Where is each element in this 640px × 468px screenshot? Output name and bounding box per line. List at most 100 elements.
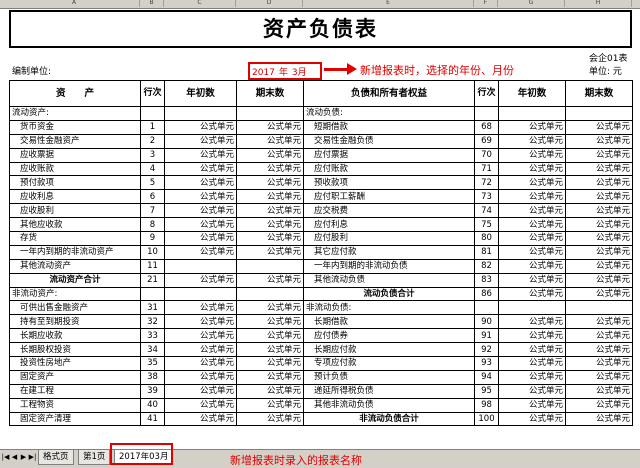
cell-h[interactable]: 公式单元 (565, 203, 633, 219)
cell-e[interactable]: 预计负债 (303, 369, 475, 385)
cell-f[interactable]: 83 (474, 272, 499, 288)
cell-f[interactable]: 75 (474, 217, 499, 233)
cell-e[interactable]: 应付利息 (303, 217, 475, 233)
cell-c[interactable]: 公式单元 (164, 383, 237, 399)
cell-b[interactable]: 41 (140, 411, 165, 427)
cell-a[interactable]: 固定资产 (9, 369, 141, 385)
cell-g[interactable]: 公式单元 (498, 161, 566, 177)
cell-c[interactable]: 公式单元 (164, 231, 237, 246)
cell-a[interactable]: 持有至到期投资 (9, 314, 141, 330)
prev-sheet-icon[interactable]: ◀ (10, 452, 19, 463)
cell-e[interactable]: 非流动负债: (303, 300, 475, 316)
cell-c[interactable]: 公式单元 (164, 369, 237, 385)
cell-b[interactable]: 32 (140, 314, 165, 330)
cell-b[interactable]: 33 (140, 328, 165, 344)
column-letter[interactable]: F (474, 0, 498, 7)
cell-c[interactable]: 公式单元 (164, 397, 237, 413)
cell-h[interactable]: 公式单元 (565, 328, 633, 344)
cell-a[interactable]: 其他流动资产 (9, 258, 141, 274)
cell-c[interactable]: 公式单元 (164, 356, 237, 371)
cell-f[interactable] (474, 106, 499, 121)
cell-h[interactable]: 公式单元 (565, 383, 633, 399)
cell-e[interactable]: 一年内到期的非流动负债 (303, 258, 475, 274)
cell-d[interactable]: 公式单元 (236, 328, 304, 344)
cell-f[interactable]: 70 (474, 147, 499, 163)
cell-f[interactable]: 71 (474, 161, 499, 177)
cell-b[interactable]: 40 (140, 397, 165, 413)
cell-e[interactable]: 应付票据 (303, 147, 475, 163)
cell-c[interactable]: 公式单元 (164, 119, 237, 135)
cell-b[interactable]: 39 (140, 383, 165, 399)
cell-a[interactable]: 应收账款 (9, 161, 141, 177)
cell-d[interactable]: 公式单元 (236, 383, 304, 399)
cell-b[interactable]: 2 (140, 133, 165, 149)
cell-f[interactable]: 91 (474, 328, 499, 344)
cell-f[interactable]: 69 (474, 133, 499, 149)
cell-e[interactable]: 非流动负债合计 (303, 411, 475, 427)
cell-a[interactable]: 工程物资 (9, 397, 141, 413)
cell-b[interactable]: 6 (140, 189, 165, 205)
cell-a[interactable]: 应收票据 (9, 147, 141, 163)
cell-e[interactable]: 应付债券 (303, 328, 475, 344)
cell-d[interactable]: 公式单元 (236, 133, 304, 149)
cell-a[interactable]: 一年内到期的非流动资产 (9, 244, 141, 260)
cell-h[interactable]: 公式单元 (565, 189, 633, 205)
cell-h[interactable]: 公式单元 (565, 231, 633, 246)
cell-g[interactable]: 公式单元 (498, 314, 566, 330)
cell-c[interactable] (164, 286, 237, 302)
cell-h[interactable]: 公式单元 (565, 161, 633, 177)
cell-d[interactable]: 公式单元 (236, 161, 304, 177)
column-letter[interactable]: B (140, 0, 164, 7)
cell-h[interactable]: 公式单元 (565, 175, 633, 191)
cell-d[interactable]: 公式单元 (236, 244, 304, 260)
column-letter[interactable]: E (303, 0, 474, 7)
cell-d[interactable] (236, 106, 304, 121)
cell-g[interactable] (498, 106, 566, 121)
cell-c[interactable]: 公式单元 (164, 217, 237, 233)
cell-a[interactable]: 在建工程 (9, 383, 141, 399)
cell-f[interactable]: 98 (474, 397, 499, 413)
cell-a[interactable]: 非流动资产: (9, 286, 141, 302)
cell-e[interactable]: 应付账款 (303, 161, 475, 177)
cell-f[interactable]: 95 (474, 383, 499, 399)
cell-c[interactable]: 公式单元 (164, 203, 237, 219)
column-letter[interactable]: H (565, 0, 632, 7)
cell-a[interactable]: 其他应收款 (9, 217, 141, 233)
cell-g[interactable]: 公式单元 (498, 356, 566, 371)
cell-e[interactable]: 短期借款 (303, 119, 475, 135)
cell-e[interactable]: 专项应付款 (303, 356, 475, 371)
cell-f[interactable]: 86 (474, 286, 499, 302)
cell-b[interactable]: 35 (140, 356, 165, 371)
cell-f[interactable]: 80 (474, 231, 499, 246)
cell-c[interactable] (164, 258, 237, 274)
cell-d[interactable]: 公式单元 (236, 217, 304, 233)
cell-c[interactable]: 公式单元 (164, 342, 237, 358)
cell-h[interactable] (565, 106, 633, 121)
cell-f[interactable]: 73 (474, 189, 499, 205)
cell-h[interactable]: 公式单元 (565, 286, 633, 302)
cell-a[interactable]: 流动资产: (9, 106, 141, 121)
cell-h[interactable]: 公式单元 (565, 397, 633, 413)
cell-b[interactable]: 10 (140, 244, 165, 260)
last-sheet-icon[interactable]: ▶| (28, 452, 37, 463)
cell-a[interactable]: 存货 (9, 231, 141, 246)
cell-h[interactable]: 公式单元 (565, 272, 633, 288)
column-letter[interactable]: A (9, 0, 140, 7)
cell-c[interactable]: 公式单元 (164, 411, 237, 427)
cell-b[interactable]: 4 (140, 161, 165, 177)
cell-b[interactable]: 8 (140, 217, 165, 233)
cell-b[interactable] (140, 286, 165, 302)
cell-h[interactable]: 公式单元 (565, 356, 633, 371)
cell-f[interactable]: 94 (474, 369, 499, 385)
cell-d[interactable]: 公式单元 (236, 369, 304, 385)
cell-h[interactable]: 公式单元 (565, 342, 633, 358)
cell-f[interactable]: 90 (474, 314, 499, 330)
cell-f[interactable]: 72 (474, 175, 499, 191)
cell-d[interactable]: 公式单元 (236, 231, 304, 246)
cell-h[interactable]: 公式单元 (565, 369, 633, 385)
cell-c[interactable]: 公式单元 (164, 133, 237, 149)
column-letter[interactable]: G (498, 0, 565, 7)
cell-d[interactable]: 公式单元 (236, 314, 304, 330)
cell-d[interactable]: 公式单元 (236, 189, 304, 205)
cell-g[interactable]: 公式单元 (498, 342, 566, 358)
